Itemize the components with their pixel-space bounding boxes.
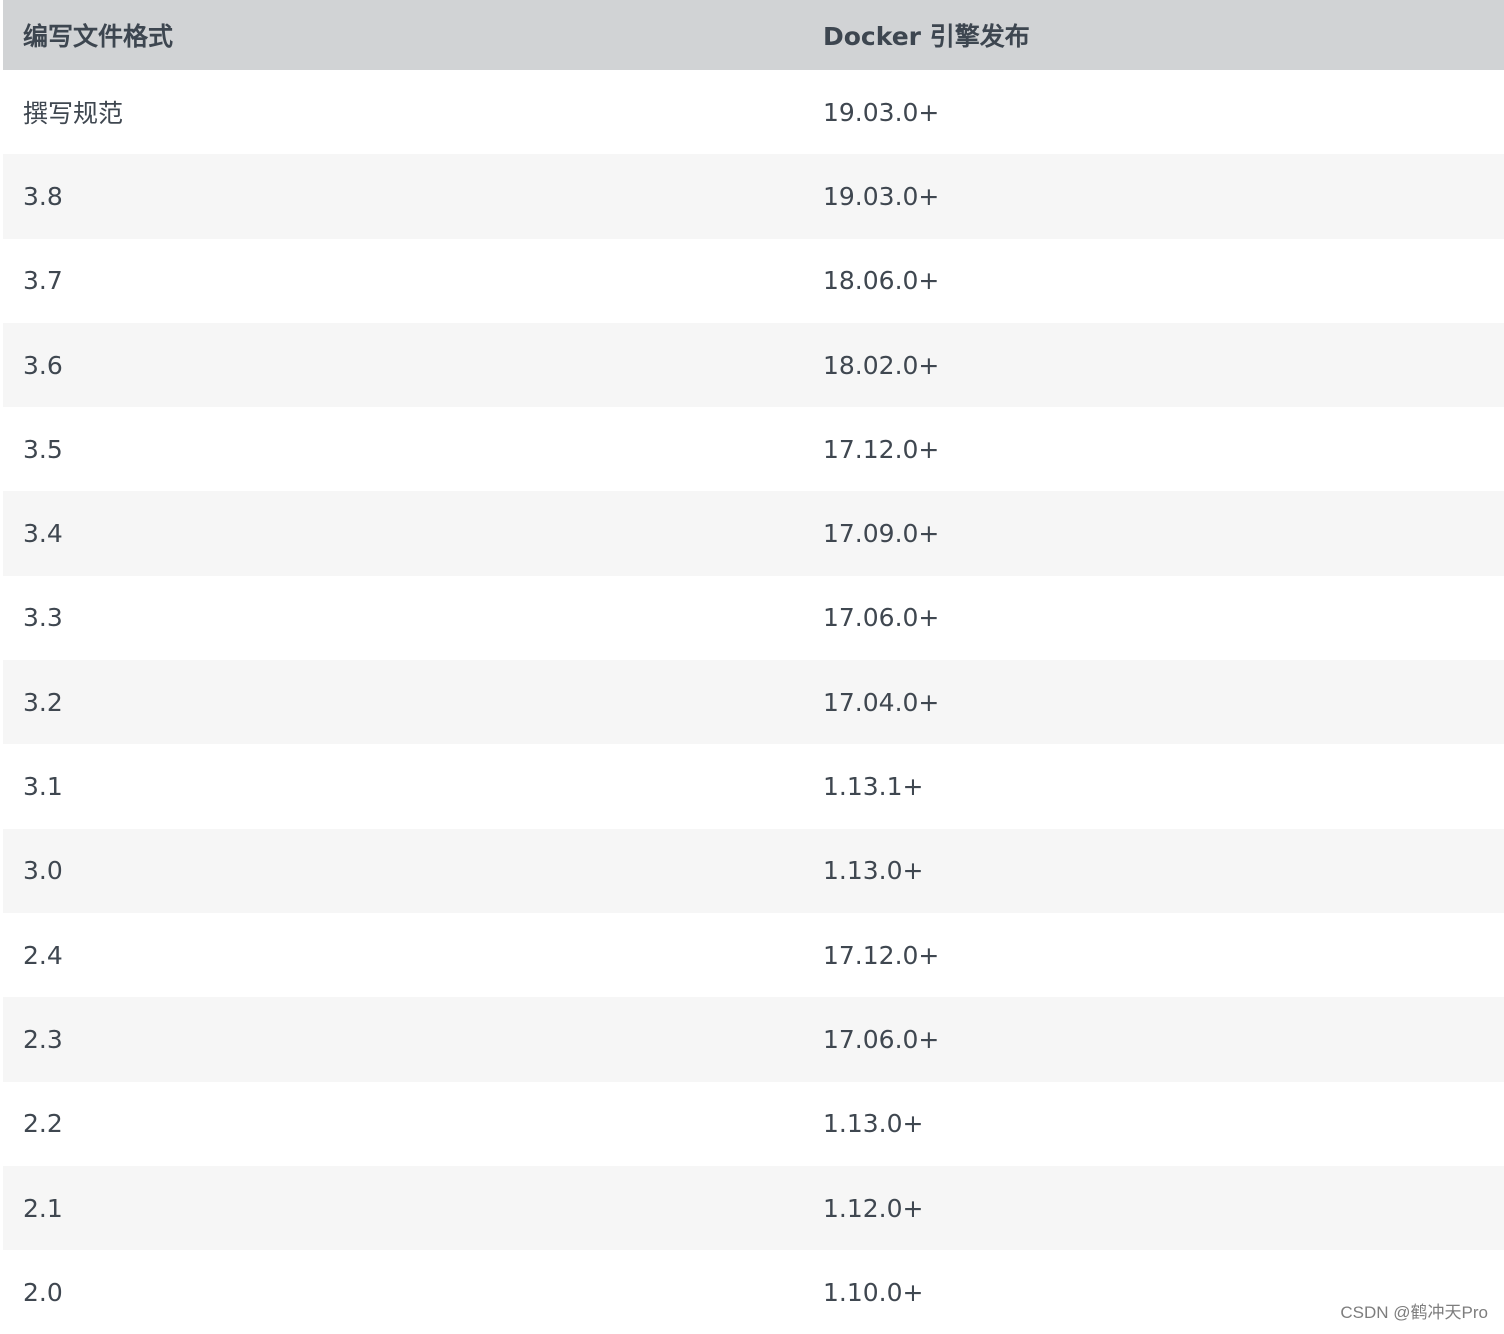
cell-compose-format: 2.2 — [23, 1109, 63, 1139]
cell-docker-engine-release: 17.06.0+ — [823, 1024, 940, 1054]
cell-compose-format: 3.8 — [23, 181, 63, 211]
table-row: 2.1 1.12.0+ — [3, 1165, 1504, 1251]
table-body: 撰写规范 19.03.0+ 3.8 19.03.0+ 3.7 18.06.0+ 3.6 18.… — [3, 70, 1504, 1334]
header-docker-engine-release: Docker 引擎发布 — [823, 22, 1030, 51]
watermark: CSDN @鹤冲天Pro — [1340, 1303, 1488, 1322]
cell-compose-format: 3.1 — [23, 772, 63, 802]
cell-compose-format: 3.6 — [23, 350, 63, 380]
cell-compose-format: 撰写规范 — [23, 99, 124, 129]
cell-docker-engine-release: 1.13.0+ — [823, 856, 924, 886]
cell-docker-engine-release: 18.02.0+ — [823, 350, 940, 380]
header-compose-format: 编写文件格式 — [23, 22, 174, 51]
table-row: 2.3 17.06.0+ — [3, 997, 1504, 1082]
cell-docker-engine-release: 1.13.1+ — [823, 772, 924, 802]
table-row: 3.4 17.09.0+ — [3, 491, 1504, 576]
cell-compose-format: 3.7 — [23, 266, 63, 296]
cell-compose-format: 2.1 — [23, 1193, 63, 1223]
cell-compose-format: 3.5 — [23, 434, 63, 464]
cell-compose-format: 3.0 — [23, 856, 63, 886]
table-row: 3.2 17.04.0+ — [3, 660, 1504, 745]
cell-docker-engine-release: 17.12.0+ — [823, 434, 940, 464]
cell-compose-format: 2.0 — [23, 1277, 63, 1307]
table-row: 3.7 18.06.0+ — [3, 238, 1504, 323]
table-row: 3.6 18.02.0+ — [3, 322, 1504, 408]
cell-compose-format: 3.3 — [23, 603, 63, 633]
cell-docker-engine-release: 17.04.0+ — [823, 687, 940, 717]
table-row: 3.8 19.03.0+ — [3, 154, 1504, 239]
cell-compose-format: 2.3 — [23, 1024, 63, 1054]
cell-compose-format: 3.2 — [23, 687, 63, 717]
table-row: 2.0 1.10.0+ — [3, 1250, 1504, 1334]
cell-compose-format: 3.4 — [23, 519, 63, 549]
cell-docker-engine-release: 17.06.0+ — [823, 603, 940, 633]
compatibility-table: 编写文件格式 Docker 引擎发布 撰写规范 19.03.0+ 3.8 19.03.… — [3, 0, 1504, 1334]
table-row: 3.0 1.13.0+ — [3, 828, 1504, 913]
cell-docker-engine-release: 1.12.0+ — [823, 1193, 924, 1223]
cell-docker-engine-release: 17.12.0+ — [823, 940, 940, 970]
table-row: 2.4 17.12.0+ — [3, 912, 1504, 998]
table-row: 2.2 1.13.0+ — [3, 1081, 1504, 1166]
table-row: 3.1 1.13.1+ — [3, 744, 1504, 829]
cell-docker-engine-release: 17.09.0+ — [823, 519, 940, 549]
table-row: 3.5 17.12.0+ — [3, 407, 1504, 492]
cell-compose-format: 2.4 — [23, 940, 63, 970]
cell-docker-engine-release: 1.13.0+ — [823, 1109, 924, 1139]
table-row: 撰写规范 19.03.0+ — [3, 70, 1504, 155]
cell-docker-engine-release: 19.03.0+ — [823, 97, 940, 127]
table-row: 3.3 17.06.0+ — [3, 575, 1504, 661]
cell-docker-engine-release: 19.03.0+ — [823, 181, 940, 211]
table-header-row: 编写文件格式 Docker 引擎发布 — [3, 0, 1504, 70]
cell-docker-engine-release: 18.06.0+ — [823, 266, 940, 296]
